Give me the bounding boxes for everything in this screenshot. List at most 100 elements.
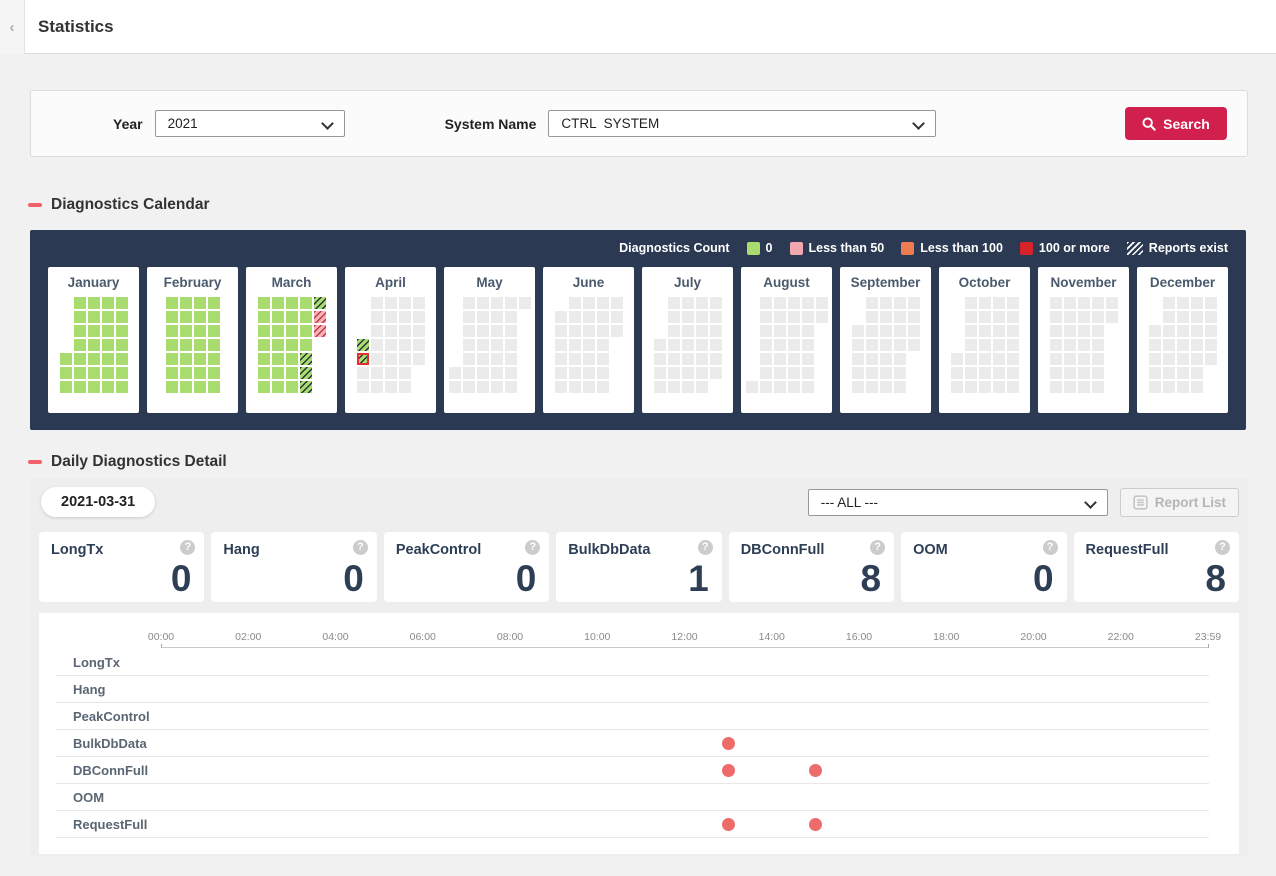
calendar-day-cell[interactable] <box>696 339 708 351</box>
calendar-day-cell[interactable] <box>286 325 298 337</box>
calendar-day-cell[interactable] <box>866 367 878 379</box>
calendar-day-cell[interactable] <box>979 353 991 365</box>
calendar-day-cell[interactable] <box>816 311 828 323</box>
calendar-day-cell[interactable] <box>774 325 786 337</box>
calendar-day-cell[interactable] <box>102 353 114 365</box>
calendar-day-cell[interactable] <box>597 367 609 379</box>
calendar-day-cell[interactable] <box>555 353 567 365</box>
calendar-day-cell[interactable] <box>852 367 864 379</box>
calendar-day-cell[interactable] <box>1050 353 1062 365</box>
calendar-day-cell[interactable] <box>505 367 517 379</box>
calendar-day-cell[interactable] <box>180 353 192 365</box>
calendar-day-cell[interactable] <box>979 311 991 323</box>
calendar-day-cell[interactable] <box>1064 297 1076 309</box>
calendar-day-cell[interactable] <box>951 353 963 365</box>
calendar-day-cell[interactable] <box>300 381 312 393</box>
calendar-day-cell[interactable] <box>965 367 977 379</box>
calendar-day-cell[interactable] <box>696 367 708 379</box>
calendar-day-cell[interactable] <box>286 297 298 309</box>
calendar-day-cell[interactable] <box>1092 325 1104 337</box>
calendar-day-cell[interactable] <box>802 367 814 379</box>
calendar-day-cell[interactable] <box>1191 325 1203 337</box>
calendar-day-cell[interactable] <box>477 353 489 365</box>
calendar-day-cell[interactable] <box>894 381 906 393</box>
calendar-day-cell[interactable] <box>1050 325 1062 337</box>
calendar-day-cell[interactable] <box>357 381 369 393</box>
calendar-day-cell[interactable] <box>788 353 800 365</box>
calendar-day-cell[interactable] <box>710 325 722 337</box>
calendar-day-cell[interactable] <box>463 297 475 309</box>
calendar-day-cell[interactable] <box>569 353 581 365</box>
calendar-day-cell[interactable] <box>880 325 892 337</box>
calendar-day-cell[interactable] <box>88 339 100 351</box>
calendar-day-cell[interactable] <box>1064 311 1076 323</box>
calendar-day-cell[interactable] <box>385 325 397 337</box>
calendar-day-cell[interactable] <box>710 339 722 351</box>
calendar-day-cell[interactable] <box>597 339 609 351</box>
calendar-day-cell[interactable] <box>463 381 475 393</box>
calendar-day-cell[interactable] <box>569 297 581 309</box>
calendar-day-cell[interactable] <box>597 353 609 365</box>
calendar-day-cell[interactable] <box>300 353 312 365</box>
calendar-day-cell[interactable] <box>1191 367 1203 379</box>
calendar-day-cell[interactable] <box>399 353 411 365</box>
calendar-day-cell[interactable] <box>116 381 128 393</box>
calendar-day-cell[interactable] <box>314 325 326 337</box>
calendar-day-cell[interactable] <box>852 353 864 365</box>
calendar-day-cell[interactable] <box>788 311 800 323</box>
calendar-day-cell[interactable] <box>385 381 397 393</box>
calendar-day-cell[interactable] <box>74 297 86 309</box>
calendar-day-cell[interactable] <box>1149 367 1161 379</box>
calendar-day-cell[interactable] <box>258 339 270 351</box>
calendar-day-cell[interactable] <box>908 325 920 337</box>
calendar-day-cell[interactable] <box>258 297 270 309</box>
calendar-day-cell[interactable] <box>399 367 411 379</box>
calendar-day-cell[interactable] <box>505 381 517 393</box>
calendar-day-cell[interactable] <box>654 353 666 365</box>
calendar-day-cell[interactable] <box>894 325 906 337</box>
calendar-day-cell[interactable] <box>1149 325 1161 337</box>
calendar-day-cell[interactable] <box>413 297 425 309</box>
calendar-day-cell[interactable] <box>788 325 800 337</box>
calendar-day-cell[interactable] <box>1177 353 1189 365</box>
calendar-day-cell[interactable] <box>1205 297 1217 309</box>
calendar-day-cell[interactable] <box>569 325 581 337</box>
calendar-day-cell[interactable] <box>286 339 298 351</box>
calendar-day-cell[interactable] <box>477 325 489 337</box>
calendar-day-cell[interactable] <box>760 339 772 351</box>
calendar-day-cell[interactable] <box>788 367 800 379</box>
calendar-day-cell[interactable] <box>760 311 772 323</box>
calendar-day-cell[interactable] <box>463 325 475 337</box>
calendar-day-cell[interactable] <box>477 339 489 351</box>
calendar-day-cell[interactable] <box>696 297 708 309</box>
calendar-day-cell[interactable] <box>908 339 920 351</box>
calendar-day-cell[interactable] <box>194 339 206 351</box>
calendar-day-cell[interactable] <box>1191 381 1203 393</box>
event-dot[interactable] <box>809 818 822 831</box>
calendar-day-cell[interactable] <box>654 367 666 379</box>
calendar-day-cell[interactable] <box>908 297 920 309</box>
calendar-day-cell[interactable] <box>208 353 220 365</box>
calendar-day-cell[interactable] <box>166 353 178 365</box>
calendar-day-cell[interactable] <box>102 381 114 393</box>
calendar-day-cell[interactable] <box>1007 325 1019 337</box>
calendar-day-cell[interactable] <box>357 353 369 365</box>
calendar-day-cell[interactable] <box>1078 339 1090 351</box>
calendar-day-cell[interactable] <box>194 367 206 379</box>
calendar-day-cell[interactable] <box>194 325 206 337</box>
calendar-day-cell[interactable] <box>1205 353 1217 365</box>
calendar-day-cell[interactable] <box>866 311 878 323</box>
calendar-day-cell[interactable] <box>682 367 694 379</box>
calendar-day-cell[interactable] <box>880 297 892 309</box>
calendar-day-cell[interactable] <box>965 325 977 337</box>
calendar-day-cell[interactable] <box>1078 297 1090 309</box>
calendar-day-cell[interactable] <box>993 353 1005 365</box>
calendar-day-cell[interactable] <box>1191 311 1203 323</box>
calendar-day-cell[interactable] <box>286 311 298 323</box>
calendar-day-cell[interactable] <box>993 367 1005 379</box>
calendar-day-cell[interactable] <box>1177 311 1189 323</box>
calendar-day-cell[interactable] <box>272 367 284 379</box>
calendar-day-cell[interactable] <box>583 367 595 379</box>
calendar-day-cell[interactable] <box>993 381 1005 393</box>
calendar-day-cell[interactable] <box>1078 381 1090 393</box>
